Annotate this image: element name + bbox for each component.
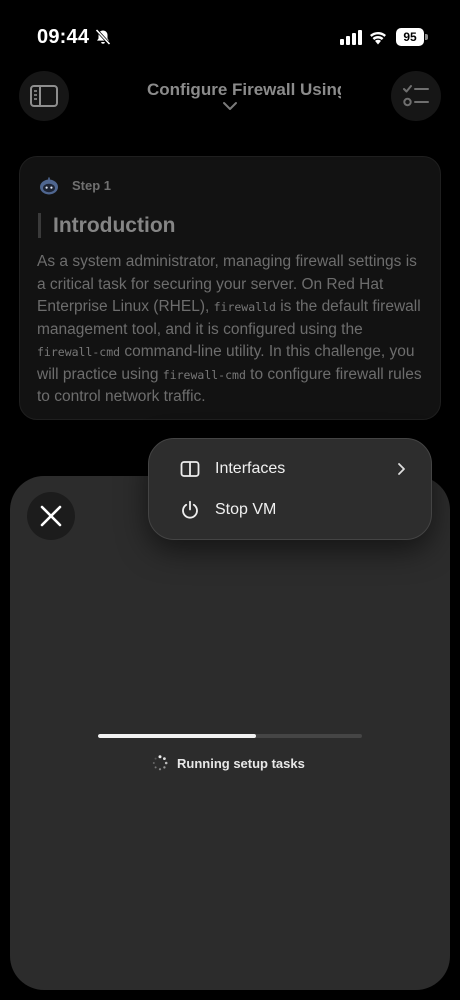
screen: 09:44 95 Configure Firewall Using Step 1… <box>0 0 460 1000</box>
status-time: 09:44 <box>37 26 90 48</box>
status-bar: 09:44 95 <box>0 0 460 66</box>
heading-accent-bar <box>38 213 41 238</box>
setup-status-text: Running setup tasks <box>177 755 305 771</box>
menu-item-interfaces[interactable]: Interfaces <box>149 449 433 489</box>
setup-progress-bar <box>98 734 362 738</box>
chevron-right-icon <box>398 463 405 475</box>
vm-options-menu: Interfaces Stop VM <box>148 438 432 540</box>
inline-code: firewall-cmd <box>37 345 121 359</box>
checklist-icon <box>403 85 429 107</box>
sidebar-icon <box>30 85 58 107</box>
step-heading: Introduction <box>53 214 176 237</box>
inline-code: firewall-cmd <box>162 367 246 382</box>
page-title[interactable]: Configure Firewall Using <box>147 80 341 102</box>
bell-muted-icon <box>95 28 111 46</box>
cellular-signal-icon <box>340 30 362 45</box>
chevron-down-icon[interactable] <box>222 101 238 111</box>
inline-code: firewalld <box>213 300 276 314</box>
spinner-icon <box>152 755 168 771</box>
step-label: Step 1 <box>72 178 112 193</box>
sidebar-toggle-button[interactable] <box>19 71 69 121</box>
battery-level: 95 <box>396 28 424 46</box>
setup-progress-fill <box>98 734 257 738</box>
step-description: As a system administrator, managing fire… <box>37 251 429 409</box>
menu-item-stop-vm[interactable]: Stop VM <box>149 490 433 530</box>
menu-item-label: Interfaces <box>215 460 286 477</box>
battery-indicator: 95 <box>396 28 428 46</box>
checklist-button[interactable] <box>391 71 441 121</box>
setup-status: Running setup tasks <box>152 754 305 772</box>
close-icon <box>40 505 62 527</box>
close-button[interactable] <box>27 492 75 540</box>
menu-item-label: Stop VM <box>215 501 277 518</box>
bot-avatar-icon <box>40 177 58 195</box>
step-card: Step 1 Introduction As a system administ… <box>19 156 441 420</box>
wifi-icon <box>370 31 386 45</box>
power-icon <box>182 500 198 519</box>
split-panel-icon <box>180 461 200 477</box>
terminal-sheet <box>10 476 450 990</box>
battery-tip <box>425 34 428 40</box>
